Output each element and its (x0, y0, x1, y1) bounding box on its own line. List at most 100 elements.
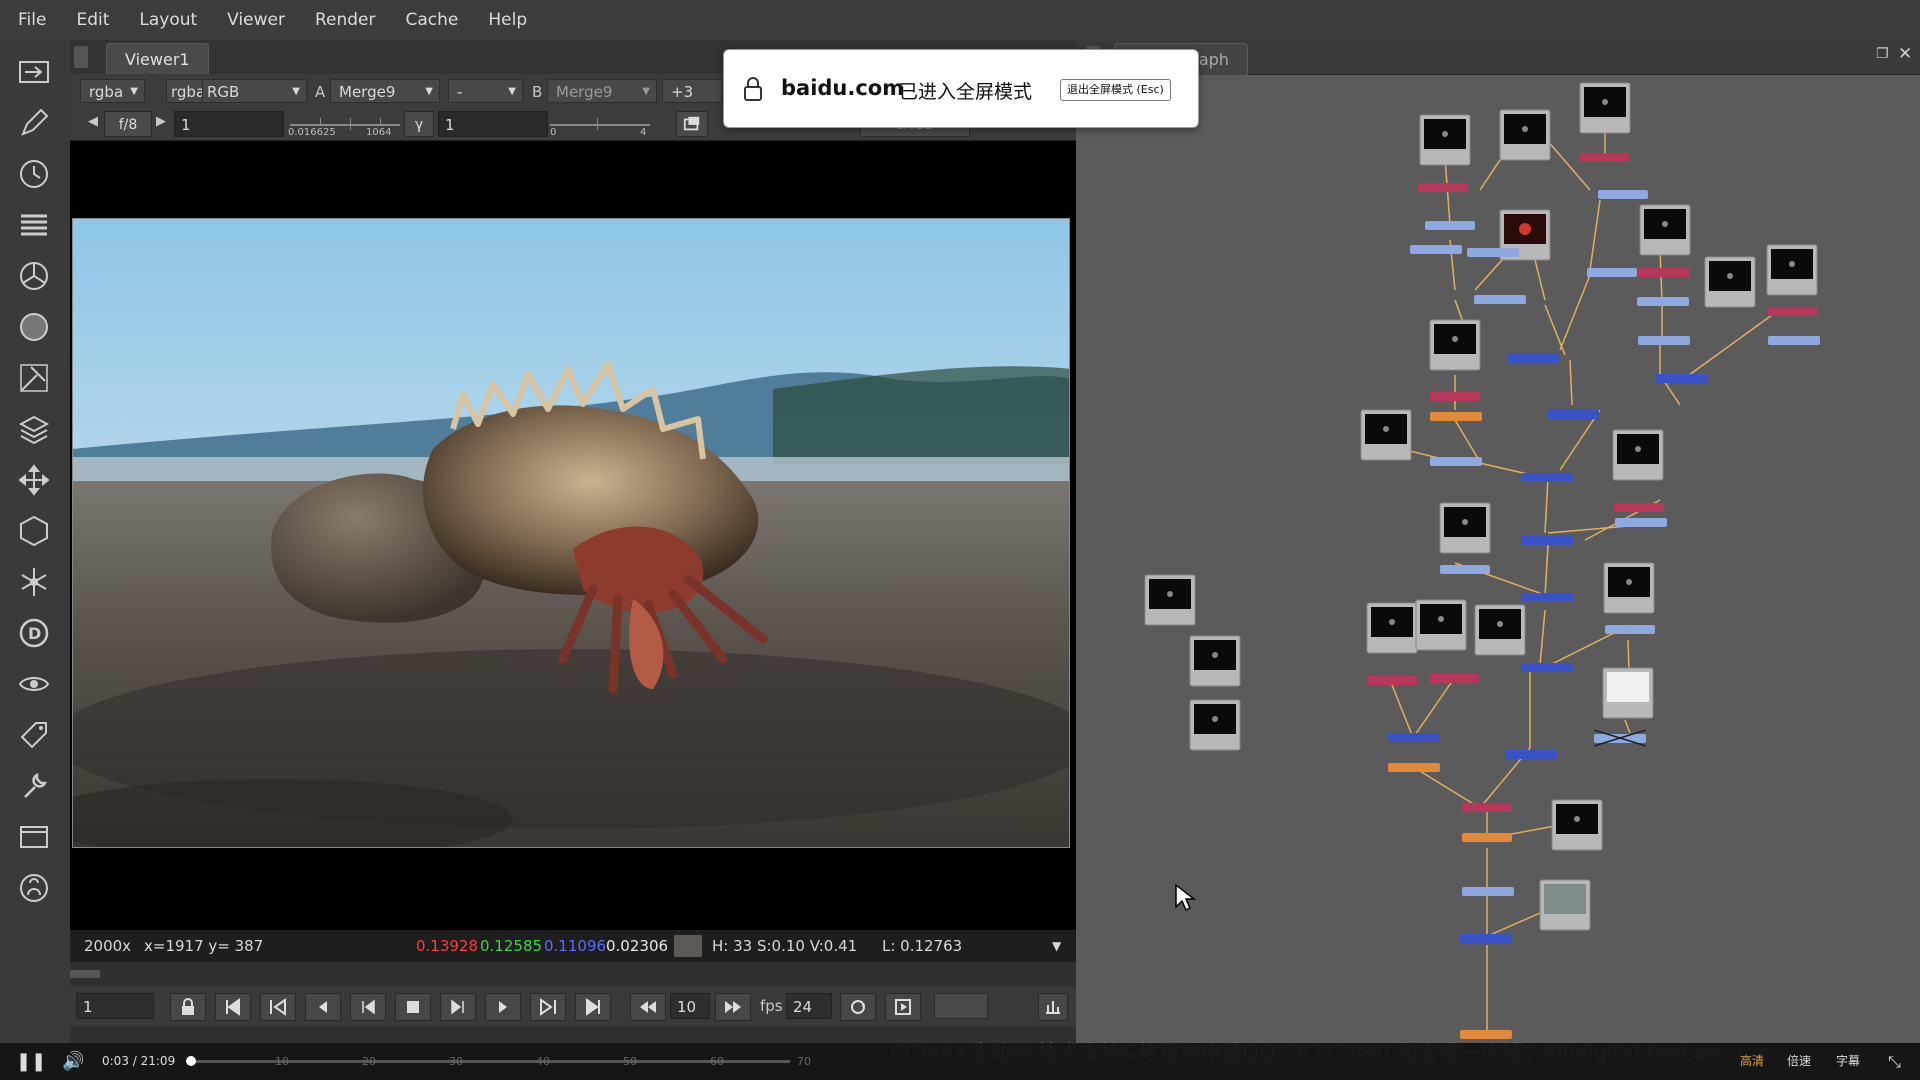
roi-button[interactable] (676, 111, 708, 137)
display-channels-dropdown[interactable]: RGB ▼ (202, 79, 307, 103)
operator-node[interactable] (1429, 674, 1479, 683)
operator-node[interactable] (1388, 763, 1440, 772)
chevron-down-icon[interactable]: ▼ (1052, 930, 1061, 962)
float-panel-icon[interactable]: ❐ (1876, 46, 1889, 62)
channels-dropdown[interactable]: rgba ▼ (80, 79, 145, 103)
gamma-handle[interactable] (597, 118, 598, 130)
layer-dropdown[interactable]: rgba (166, 79, 206, 103)
fstop-increment-icon[interactable]: ▶ (156, 114, 166, 129)
quality-button[interactable]: 高清 (1740, 1043, 1764, 1080)
timeline-settings-button[interactable] (1038, 993, 1068, 1021)
timeline-bar[interactable] (70, 962, 1076, 986)
operator-node[interactable] (1598, 190, 1648, 199)
read-node-thumbnail[interactable] (1462, 519, 1468, 525)
read-node-thumbnail[interactable] (1626, 579, 1632, 585)
jump-forward-button[interactable] (715, 993, 751, 1021)
play-backward-button[interactable] (350, 993, 386, 1021)
gain-input[interactable]: 1 (174, 111, 284, 137)
close-icon[interactable]: ✕ (1898, 44, 1912, 64)
timeline-handle[interactable] (70, 970, 100, 978)
node-graph-canvas[interactable] (1076, 74, 1920, 1043)
loop-mode-button[interactable] (840, 993, 876, 1021)
menu-render[interactable]: Render (300, 10, 391, 30)
first-frame-button[interactable] (215, 993, 251, 1021)
read-node-thumbnail[interactable] (1727, 273, 1733, 279)
gamma-input[interactable]: 1 (438, 111, 548, 137)
video-progress-knob[interactable] (186, 1056, 197, 1066)
panel-grip[interactable] (74, 46, 88, 68)
read-node-thumbnail[interactable] (1519, 223, 1531, 235)
operator-node[interactable] (1638, 268, 1690, 277)
channel-toolbox-icon[interactable] (14, 205, 54, 245)
prev-keyframe-button[interactable] (260, 993, 296, 1021)
particles-toolbox-icon[interactable] (14, 562, 54, 602)
current-frame-input[interactable]: 1 (76, 993, 154, 1019)
operator-node[interactable] (1430, 392, 1480, 401)
operator-node[interactable] (1637, 297, 1689, 306)
merge-toolbox-icon[interactable] (14, 409, 54, 449)
operator-node[interactable] (1768, 336, 1820, 345)
operator-node[interactable] (1614, 503, 1664, 512)
operator-node[interactable] (1462, 803, 1512, 812)
draw-toolbox-icon[interactable] (14, 103, 54, 143)
read-node-thumbnail[interactable] (1497, 621, 1503, 627)
operator-node[interactable] (1474, 295, 1526, 304)
operator-node[interactable] (1430, 457, 1482, 466)
exit-fullscreen-button[interactable]: 退出全屏模式 (Esc) (1060, 79, 1171, 101)
viewer-canvas[interactable] (70, 141, 1076, 930)
3d-toolbox-icon[interactable] (14, 511, 54, 551)
input-b-dropdown[interactable]: Merge9 ▼ (547, 79, 657, 103)
operator-node[interactable] (1521, 473, 1573, 482)
read-node-thumbnail[interactable] (1438, 616, 1444, 622)
operator-node[interactable] (1615, 518, 1667, 527)
wipe-mode-dropdown[interactable]: - ▼ (448, 79, 523, 103)
menu-help[interactable]: Help (473, 10, 542, 30)
read-node-thumbnail[interactable] (1607, 672, 1649, 702)
tab-viewer1[interactable]: Viewer1 (106, 43, 209, 75)
menu-file[interactable]: File (0, 10, 61, 30)
menu-layout[interactable]: Layout (124, 10, 212, 30)
operator-node[interactable] (1440, 565, 1490, 574)
jump-back-button[interactable] (630, 993, 666, 1021)
transform-toolbox-icon[interactable] (14, 460, 54, 500)
gain-slider[interactable] (290, 124, 400, 126)
gain-handle[interactable] (350, 118, 351, 130)
read-node-thumbnail[interactable] (1452, 336, 1458, 342)
furnace-toolbox-icon[interactable] (14, 817, 54, 857)
node-graph-panel[interactable]: Node Graph ❐ ✕ (1076, 40, 1920, 1043)
image-toolbox-icon[interactable] (14, 52, 54, 92)
gamma-toggle-button[interactable]: γ (404, 111, 434, 137)
prev-frame-button[interactable] (305, 993, 341, 1021)
read-node-thumbnail[interactable] (1212, 652, 1218, 658)
stop-button[interactable] (395, 993, 431, 1021)
read-node-thumbnail[interactable] (1442, 131, 1448, 137)
operator-node[interactable] (1388, 733, 1440, 742)
operator-node[interactable] (1418, 183, 1468, 192)
input-a-dropdown[interactable]: Merge9 ▼ (330, 79, 440, 103)
read-node-thumbnail[interactable] (1389, 619, 1395, 625)
operator-node[interactable] (1410, 245, 1462, 254)
menu-viewer[interactable]: Viewer (212, 10, 300, 30)
fps-input[interactable]: 24 (786, 993, 832, 1019)
fstop-decrement-icon[interactable]: ◀ (88, 114, 98, 129)
operator-node[interactable] (1638, 336, 1690, 345)
fstop-field[interactable]: f/8 (104, 111, 152, 137)
operator-node[interactable] (1521, 593, 1573, 602)
next-keyframe-button[interactable] (530, 993, 566, 1021)
operator-node[interactable] (1460, 934, 1512, 943)
operator-node[interactable] (1521, 536, 1573, 545)
time-toolbox-icon[interactable] (14, 154, 54, 194)
operator-node[interactable] (1768, 307, 1818, 316)
operator-node[interactable] (1605, 625, 1655, 634)
increment-input[interactable]: 10 (670, 993, 710, 1019)
operator-node[interactable] (1367, 676, 1417, 685)
read-node-thumbnail[interactable] (1544, 884, 1586, 914)
play-forward-button[interactable] (440, 993, 476, 1021)
operator-node[interactable] (1579, 153, 1629, 162)
read-node-thumbnail[interactable] (1212, 716, 1218, 722)
operator-node[interactable] (1462, 833, 1512, 842)
operator-node[interactable] (1655, 374, 1707, 383)
subtitle-button[interactable]: 字幕 (1836, 1043, 1860, 1080)
volume-icon[interactable]: 🔊 (62, 1043, 84, 1080)
operator-node[interactable] (1521, 663, 1573, 672)
